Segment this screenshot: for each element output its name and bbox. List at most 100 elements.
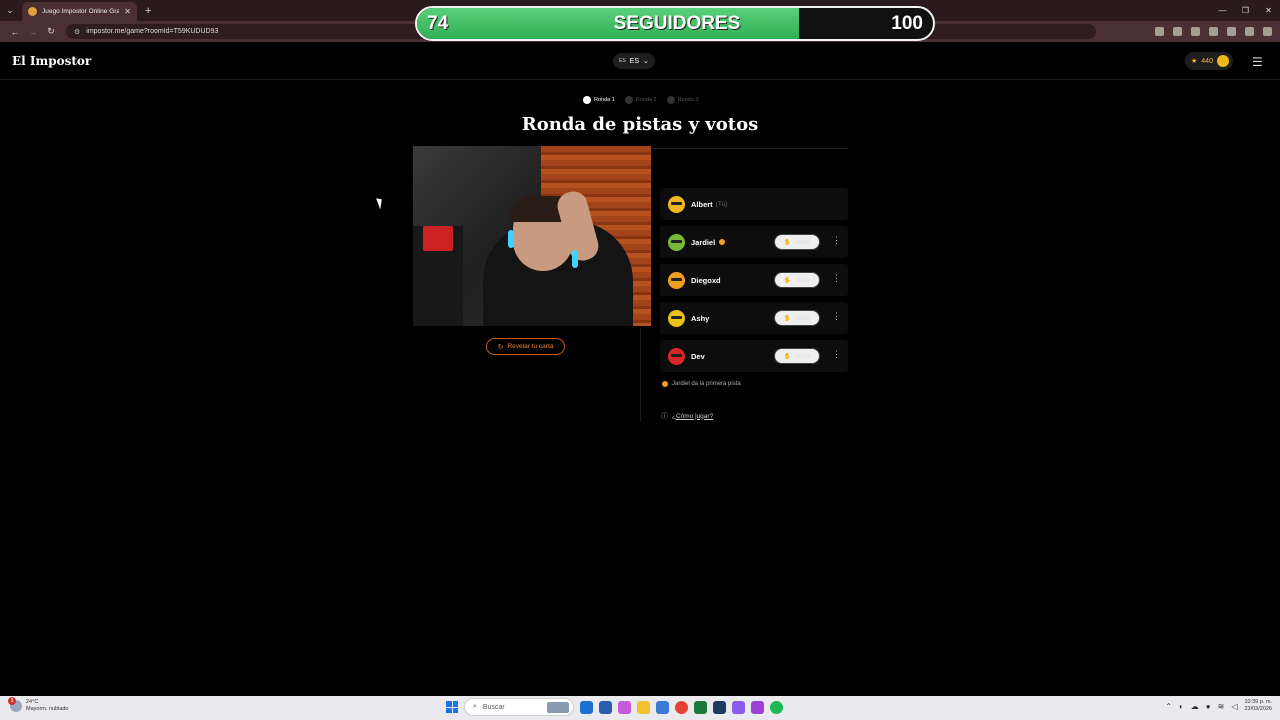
edge-icon[interactable] xyxy=(580,700,593,714)
file-explorer-icon[interactable] xyxy=(637,700,650,714)
hamburger-menu-icon[interactable]: ☰ xyxy=(1252,55,1263,69)
weather-temp: 24°C xyxy=(26,699,39,705)
back-icon[interactable]: ← xyxy=(6,27,24,37)
extensions-puzzle-icon[interactable] xyxy=(1227,27,1236,36)
volume-icon[interactable]: ◁ xyxy=(1231,702,1237,711)
round-1: Ronda 1 xyxy=(583,96,615,104)
weather-widget[interactable]: 3 24°C Mayorm. nublado xyxy=(8,697,69,713)
user-avatar xyxy=(1216,55,1229,67)
how-to-play[interactable]: ⓘ ¿Cómo jugar? xyxy=(661,411,713,421)
player-name: Albert xyxy=(691,199,713,209)
onedrive-icon[interactable]: ☁ xyxy=(1191,702,1199,711)
star-icon: ★ xyxy=(1191,58,1198,65)
microphone-icon[interactable]: ● xyxy=(1206,702,1211,711)
new-tab-icon[interactable]: + xyxy=(145,5,151,17)
site-logo[interactable]: El Impostor xyxy=(12,54,91,68)
mouse-cursor-icon xyxy=(376,196,385,210)
turn-dot-icon xyxy=(662,381,668,387)
clock-time: 10:39 p. m. xyxy=(1244,699,1272,705)
player-name: Diegoxd xyxy=(691,275,721,285)
bookmark-star-icon[interactable] xyxy=(1173,27,1182,36)
more-options-icon[interactable]: ⋮ xyxy=(832,349,841,360)
reveal-card-label: Revelar tu carta xyxy=(507,343,554,350)
close-window-icon[interactable]: ✕ xyxy=(1257,0,1280,21)
coins-badge[interactable]: ★ 440 xyxy=(1185,52,1233,70)
tab-close-icon[interactable]: ✕ xyxy=(124,7,131,16)
url-text[interactable]: impostor.me/game?roomId=T59KUDUD93 xyxy=(86,28,218,35)
vote-button[interactable]: ✋ Votar xyxy=(774,234,820,250)
reload-icon[interactable]: ↻ xyxy=(42,26,60,37)
player-avatar xyxy=(668,347,685,365)
round-label: Ronda 2 xyxy=(635,97,657,103)
window-controls: — ❐ ✕ xyxy=(1211,0,1280,21)
browser-menu-icon[interactable] xyxy=(1263,27,1272,36)
forward-icon[interactable]: → xyxy=(24,27,42,37)
player-avatar xyxy=(668,233,685,251)
round-label: Ronda 3 xyxy=(677,97,699,103)
vote-label: Votar xyxy=(795,276,811,284)
copilot-icon[interactable] xyxy=(618,700,631,714)
coins-count: 440 xyxy=(1201,57,1213,65)
spotify-icon[interactable] xyxy=(770,700,783,714)
steam-icon[interactable] xyxy=(713,700,726,714)
language-selector[interactable]: ES ES ⌄ xyxy=(613,53,655,69)
player-row: Diegoxd ✋ Votar ⋮ xyxy=(660,264,848,296)
extension-icon[interactable] xyxy=(1191,27,1200,36)
app-icon[interactable] xyxy=(751,700,764,714)
chevron-down-icon: ⌄ xyxy=(643,58,649,65)
extension-icons xyxy=(1155,27,1280,36)
player-avatar xyxy=(668,195,685,213)
discord-icon[interactable] xyxy=(732,700,745,714)
language-label: ES xyxy=(629,57,640,65)
wifi-icon[interactable]: ≋ xyxy=(1218,702,1225,711)
hand-icon: ✋ xyxy=(783,239,792,246)
player-row: Ashy ✋ Votar ⋮ xyxy=(660,302,848,334)
screen: ⌄ Juego Impostor Online Gratis - ✕ + — ❐… xyxy=(0,0,1280,720)
tab-title: Juego Impostor Online Gratis - xyxy=(42,8,120,15)
player-avatar xyxy=(668,271,685,289)
round-label: Ronda 1 xyxy=(594,97,615,103)
round-dot-icon xyxy=(666,96,675,104)
taskbar-apps: ⌕ Buscar xyxy=(446,698,783,716)
xbox-icon[interactable] xyxy=(694,700,707,714)
more-options-icon[interactable]: ⋮ xyxy=(832,311,841,322)
followers-label: SEGUIDORES xyxy=(613,13,741,34)
tab-search-icon[interactable]: ⌄ xyxy=(0,0,20,21)
how-to-play-link[interactable]: ¿Cómo jugar? xyxy=(672,413,713,420)
hand-icon: ✋ xyxy=(783,315,792,322)
vote-button[interactable]: ✋ Votar xyxy=(774,310,820,326)
minimize-icon[interactable]: — xyxy=(1211,0,1234,21)
more-options-icon[interactable]: ⋮ xyxy=(832,235,841,246)
round-dot-icon xyxy=(624,96,633,104)
windows-taskbar: 3 24°C Mayorm. nublado ⌕ Buscar ⌃ ◐ ☁ ● … xyxy=(0,696,1280,720)
more-options-icon[interactable]: ⋮ xyxy=(832,273,841,284)
extension-icon[interactable] xyxy=(1209,27,1218,36)
restore-icon[interactable]: ❐ xyxy=(1234,0,1257,21)
store-icon[interactable] xyxy=(599,700,612,714)
weather-desc: Mayorm. nublado xyxy=(26,706,69,712)
clock-date: 23/03/2026 xyxy=(1244,706,1272,712)
search-placeholder: Buscar xyxy=(482,703,505,711)
chrome-icon[interactable] xyxy=(675,700,688,714)
column-divider xyxy=(640,328,641,422)
install-app-icon[interactable] xyxy=(1155,27,1164,36)
site-info-icon[interactable]: ⚙ xyxy=(74,28,80,36)
profile-icon[interactable] xyxy=(1245,27,1254,36)
network-icon[interactable]: ◐ xyxy=(1179,702,1184,711)
vote-button[interactable]: ✋ Votar xyxy=(774,272,820,288)
mail-icon[interactable] xyxy=(656,700,669,714)
windows-start-icon[interactable] xyxy=(446,701,458,713)
round-dot-icon xyxy=(583,96,591,104)
chevron-up-icon[interactable]: ⌃ xyxy=(1165,702,1172,711)
browser-tab[interactable]: Juego Impostor Online Gratis - ✕ xyxy=(22,2,137,21)
search-icon: ⌕ xyxy=(473,703,477,710)
reveal-card-button[interactable]: ↻ Revelar tu carta xyxy=(486,338,565,355)
turn-status-text: Jardiel da la primera pista xyxy=(672,381,741,387)
followers-current: 74 xyxy=(427,13,449,34)
tab-favicon-icon xyxy=(28,7,37,16)
taskbar-search[interactable]: ⌕ Buscar xyxy=(464,698,574,716)
vote-button[interactable]: ✋ Votar xyxy=(774,348,820,364)
hand-icon: ✋ xyxy=(783,277,792,284)
player-name: Dev xyxy=(691,351,705,361)
clock[interactable]: 10:39 p. m. 23/03/2026 xyxy=(1244,699,1272,713)
